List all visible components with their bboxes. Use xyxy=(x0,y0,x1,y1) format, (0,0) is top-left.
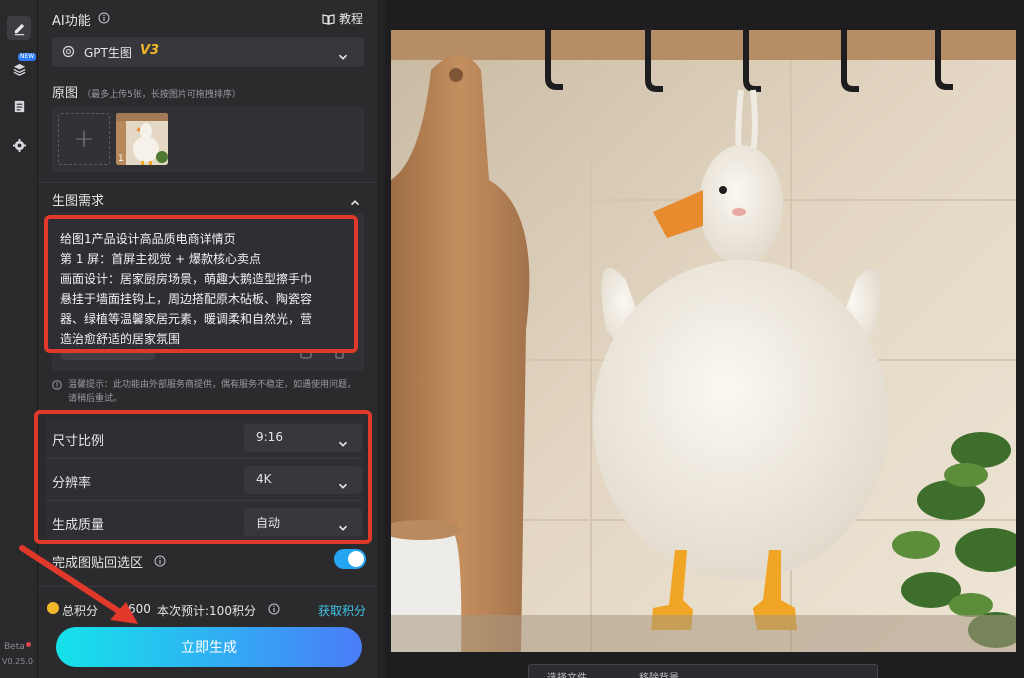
get-credits-link[interactable]: 获取积分 xyxy=(318,602,366,619)
info-icon[interactable] xyxy=(154,555,166,567)
tutorial-label: 教程 xyxy=(339,12,364,26)
bottom-toolbar: 选择文件 移除背景 xyxy=(528,664,878,678)
source-thumbnail[interactable]: 1 xyxy=(116,113,168,165)
pen-icon xyxy=(14,23,24,35)
settings-highlight-box xyxy=(34,410,372,544)
rail-edit-button[interactable] xyxy=(7,16,31,40)
annotation-arrow-icon xyxy=(19,545,138,624)
book-icon xyxy=(322,13,335,25)
paste-back-toggle[interactable] xyxy=(334,549,366,569)
prompt-textarea[interactable]: 给图1产品设计高品质电商详情页 第 1 屏：首屏主视觉 + 爆款核心卖点 画面设… xyxy=(44,215,358,353)
openai-icon xyxy=(62,45,75,58)
plus-icon: + xyxy=(73,124,95,154)
thumbnail-index: 1 xyxy=(118,154,124,164)
rail-settings-button[interactable] xyxy=(7,133,31,157)
version-tag: V3 xyxy=(140,43,160,58)
warning-info-icon xyxy=(52,380,62,390)
beta-label: Beta xyxy=(4,642,31,652)
prompt-section-title: 生图需求 xyxy=(52,194,105,209)
generate-button[interactable]: 立即生成 xyxy=(56,627,362,667)
source-hint: （最多上传5张，长按图片可拖拽排序） xyxy=(82,90,241,100)
function-select-value: GPT生图 xyxy=(84,46,132,60)
prompt-line: 画面设计：居家厨房场景，萌趣大鹅造型擦手巾 xyxy=(60,272,313,286)
gear-icon xyxy=(12,138,26,152)
document-icon xyxy=(14,100,24,112)
source-title: 原图 （最多上传5张，长按图片可拖拽排序） xyxy=(52,86,241,101)
section-divider xyxy=(38,182,377,183)
prompt-line: 器、绿植等温馨家居元素，暖调柔和自然光，营 xyxy=(60,312,313,326)
version-label: V0.25.0 xyxy=(2,657,33,666)
goose-towel-thumbnail-image xyxy=(116,113,168,165)
estimate-credits: 本次预计:100积分 xyxy=(157,604,256,618)
goose-towel-image xyxy=(391,30,1016,652)
prompt-line: 第 1 屏：首屏主视觉 + 爆款核心卖点 xyxy=(60,252,261,266)
info-icon[interactable] xyxy=(98,12,110,24)
panel-divider[interactable] xyxy=(377,0,385,678)
remove-bg-button[interactable]: 移除背景 xyxy=(639,669,679,678)
prompt-line: 悬挂于墙面挂钩上，周边搭配原木砧板、陶瓷容 xyxy=(60,292,313,306)
app-window: NEW Beta V0.25.0 AI功能 教程 GPT生图 V3 原图 （最多… xyxy=(0,0,1024,678)
prompt-line: 造治愈舒适的居家氛围 xyxy=(60,332,181,346)
preview-image[interactable] xyxy=(391,30,1016,652)
prompt-line: 给图1产品设计高品质电商详情页 xyxy=(60,232,236,246)
info-icon[interactable] xyxy=(268,603,280,615)
tutorial-link[interactable]: 教程 xyxy=(322,10,363,27)
select-file-button[interactable]: 选择文件 xyxy=(547,669,587,678)
ai-section-title: AI功能 xyxy=(52,14,91,29)
layers-icon xyxy=(13,63,25,76)
chevron-up-icon[interactable] xyxy=(350,193,360,206)
toggle-knob xyxy=(348,551,364,567)
function-select[interactable]: GPT生图 V3 xyxy=(52,37,364,67)
beta-dot xyxy=(25,642,31,647)
tip-text: 温馨提示：此功能由外部服务商提供，偶有服务不稳定，如遇使用问题，请稍后重试。 xyxy=(68,380,357,404)
upload-button[interactable]: + xyxy=(58,113,110,165)
chevron-down-icon xyxy=(338,47,348,60)
new-badge: NEW xyxy=(18,53,37,61)
rail-document-button[interactable] xyxy=(7,94,31,118)
